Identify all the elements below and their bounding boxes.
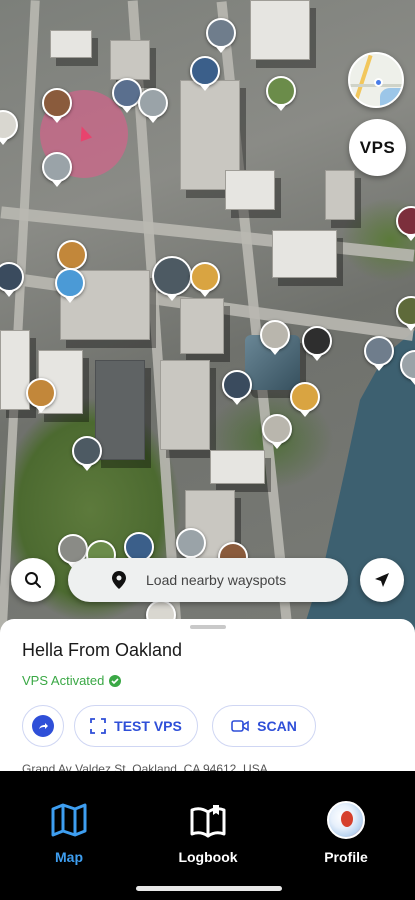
load-nearby-wayspots-button[interactable]: Load nearby wayspots bbox=[68, 558, 348, 602]
wayspot-pin[interactable] bbox=[302, 326, 332, 356]
building bbox=[0, 330, 30, 410]
mini-map-water bbox=[380, 88, 402, 106]
book-icon bbox=[190, 805, 226, 838]
sheet-grabber-handle[interactable] bbox=[190, 625, 226, 629]
wayspot-pin[interactable] bbox=[206, 18, 236, 48]
test-vps-label: TEST VPS bbox=[114, 718, 182, 734]
wayspot-pin[interactable] bbox=[290, 382, 320, 412]
wayspot-pin[interactable] bbox=[262, 414, 292, 444]
home-indicator[interactable] bbox=[136, 886, 282, 891]
building bbox=[325, 170, 355, 220]
wayspot-pin[interactable] bbox=[396, 206, 415, 236]
share-arrow-icon bbox=[32, 715, 54, 737]
building bbox=[160, 360, 210, 450]
vps-status: VPS Activated bbox=[22, 673, 122, 688]
location-dot-icon bbox=[374, 78, 383, 87]
wayspot-pin[interactable] bbox=[42, 152, 72, 182]
video-camera-icon bbox=[231, 720, 249, 732]
tab-map[interactable]: Map bbox=[19, 801, 119, 865]
scan-button[interactable]: SCAN bbox=[212, 705, 316, 747]
recenter-location-button[interactable] bbox=[360, 558, 404, 602]
test-vps-button[interactable]: TEST VPS bbox=[74, 705, 198, 747]
wayspot-pin[interactable] bbox=[190, 56, 220, 86]
avatar bbox=[327, 801, 365, 839]
search-button[interactable] bbox=[11, 558, 55, 602]
navigation-arrow-icon bbox=[375, 573, 389, 587]
building bbox=[95, 360, 145, 460]
wayspot-pin[interactable] bbox=[138, 88, 168, 118]
building bbox=[225, 170, 275, 210]
wayspot-pin[interactable] bbox=[0, 110, 18, 140]
tab-profile-label: Profile bbox=[324, 849, 368, 865]
location-pin-icon bbox=[112, 571, 126, 589]
satellite-map[interactable]: VPS Load nearby wayspots bbox=[0, 0, 415, 640]
wayspot-pin[interactable] bbox=[364, 336, 394, 366]
building bbox=[110, 40, 150, 80]
wayspot-pin[interactable] bbox=[260, 320, 290, 350]
load-nearby-label: Load nearby wayspots bbox=[146, 572, 287, 588]
check-circle-icon bbox=[109, 674, 122, 687]
wayspot-pin[interactable] bbox=[190, 262, 220, 292]
tab-logbook-label: Logbook bbox=[178, 849, 238, 865]
building bbox=[210, 450, 265, 484]
map-icon bbox=[51, 803, 87, 837]
building bbox=[250, 0, 310, 60]
wayspot-pin[interactable] bbox=[26, 378, 56, 408]
vps-button[interactable]: VPS bbox=[349, 119, 406, 176]
wayspot-pin[interactable] bbox=[72, 436, 102, 466]
wayspot-pin[interactable] bbox=[396, 296, 415, 326]
scan-label: SCAN bbox=[257, 718, 297, 734]
bottom-tab-bar: Map Logbook Profile bbox=[0, 771, 415, 900]
wayspot-title: Hella From Oakland bbox=[22, 640, 183, 660]
tab-map-label: Map bbox=[55, 849, 83, 865]
search-icon bbox=[25, 572, 41, 588]
building bbox=[180, 298, 224, 354]
wayspot-pin[interactable] bbox=[222, 370, 252, 400]
wayspot-pin[interactable] bbox=[42, 88, 72, 118]
wayspot-pin[interactable] bbox=[176, 528, 206, 558]
vps-status-label: VPS Activated bbox=[22, 673, 105, 688]
tab-logbook[interactable]: Logbook bbox=[158, 801, 258, 865]
scan-frame-icon bbox=[90, 718, 107, 734]
map-road bbox=[0, 0, 40, 640]
share-button[interactable] bbox=[22, 705, 64, 747]
building bbox=[272, 230, 337, 278]
wayspot-pin[interactable] bbox=[152, 256, 192, 296]
mini-map-road bbox=[351, 54, 373, 106]
wayspot-pin[interactable] bbox=[55, 268, 85, 298]
wayspot-detail-sheet[interactable]: Hella From Oakland VPS Activated TEST VP… bbox=[0, 619, 415, 774]
wayspot-pin[interactable] bbox=[266, 76, 296, 106]
building bbox=[50, 30, 92, 58]
wayspot-pin[interactable] bbox=[57, 240, 87, 270]
mini-map-button[interactable] bbox=[348, 52, 404, 108]
tab-profile[interactable]: Profile bbox=[296, 801, 396, 865]
